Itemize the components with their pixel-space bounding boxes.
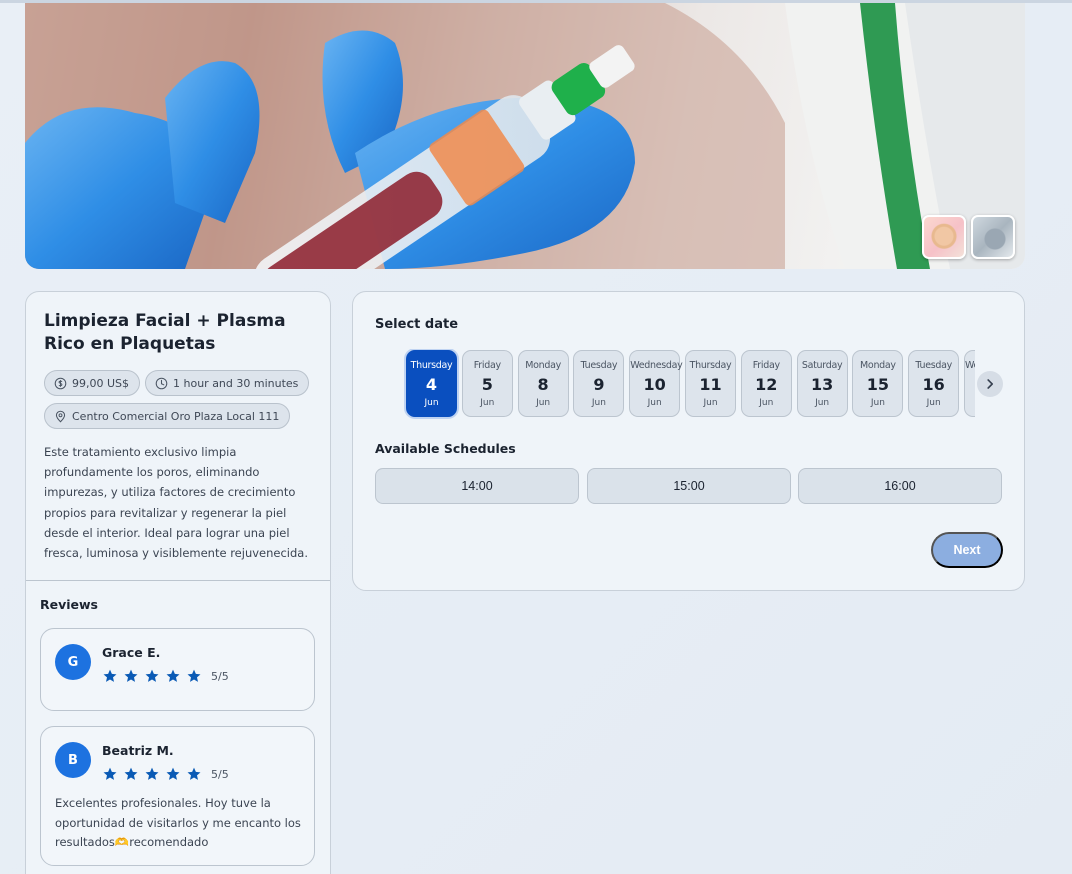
rating-text: 5/5 — [211, 669, 229, 683]
star-icon — [166, 669, 180, 682]
date-day: 16 — [922, 375, 945, 394]
available-schedules-heading: Available Schedules — [375, 441, 516, 456]
review-card: G Grace E. 5/5 — [40, 628, 315, 711]
service-title: Limpieza Facial + Plasma Rico en Plaquet… — [44, 311, 286, 354]
star-icon — [103, 767, 117, 780]
date-weekday: Saturday — [801, 360, 843, 371]
date-day: 15 — [866, 375, 890, 394]
chevron-right-icon — [987, 379, 993, 389]
service-description: Este tratamiento exclusivo limpia profun… — [44, 445, 308, 561]
date-month: Jun — [424, 398, 439, 408]
review-card: B Beatriz M. 5/5 Excelentes profesionale… — [40, 726, 315, 866]
date-weekday: Monday — [860, 360, 896, 371]
divider — [26, 580, 330, 581]
hero-illustration — [25, 3, 1025, 269]
clock-icon — [155, 377, 168, 389]
location-text: Centro Comercial Oro Plaza Local 111 — [72, 409, 280, 423]
date-month: Jun — [926, 398, 941, 408]
reviewer-name: Beatriz M. — [102, 743, 174, 758]
date-month: Jun — [965, 398, 975, 408]
date-day: 17 — [965, 375, 975, 394]
date-weekday: Wednesday — [630, 360, 683, 371]
map-pin-icon — [55, 410, 66, 423]
gallery-thumbnail[interactable] — [922, 215, 966, 259]
date-weekday: Thursday — [410, 360, 453, 371]
star-icon — [187, 669, 201, 682]
time-slot-button[interactable]: 16:00 — [798, 468, 1002, 504]
date-day: 4 — [425, 375, 438, 394]
duration-text: 1 hour and 30 minutes — [173, 376, 299, 390]
dollar-circle-icon — [54, 377, 67, 389]
time-slot-button[interactable]: 14:00 — [375, 468, 579, 504]
date-month: Jun — [536, 398, 551, 408]
date-month: Jun — [647, 398, 662, 408]
reviews-heading: Reviews — [40, 597, 99, 612]
star-icon — [145, 669, 159, 682]
star-icon — [124, 767, 138, 780]
date-weekday: Thursday — [689, 360, 732, 371]
star-icon — [166, 767, 180, 780]
star-icon — [124, 669, 138, 682]
date-weekday: Friday — [473, 360, 501, 371]
date-option[interactable]: Thursday 11 Jun — [685, 350, 736, 417]
avatar: G — [55, 644, 91, 680]
date-day: 8 — [537, 375, 549, 394]
star-icon — [187, 767, 201, 780]
booking-card: Select date Thursday 4 Jun Friday 5 Jun Monday… — [352, 291, 1025, 591]
date-carousel: Thursday 4 Jun Friday 5 Jun Monday 8 Jun Tuesday 9… — [404, 349, 975, 419]
date-weekday: Wednesday — [965, 360, 975, 371]
next-button[interactable]: Next — [931, 532, 1003, 568]
date-month: Jun — [870, 398, 885, 408]
select-date-heading: Select date — [375, 317, 459, 332]
date-day: 10 — [643, 375, 666, 394]
date-weekday: Tuesday — [580, 360, 618, 371]
date-weekday: Monday — [525, 360, 561, 371]
date-weekday: Tuesday — [915, 360, 952, 371]
date-option[interactable]: Thursday 4 Jun — [406, 350, 457, 417]
date-day: 5 — [481, 375, 493, 394]
star-icon — [103, 669, 117, 682]
price-text: 99,00 US$ — [72, 376, 130, 390]
date-day: 13 — [810, 375, 834, 394]
service-info-card: Limpieza Facial + Plasma Rico en Plaquet… — [25, 291, 331, 874]
gallery-thumbnails — [922, 215, 1015, 259]
date-option[interactable]: Wednesday 10 Jun — [629, 350, 683, 417]
gallery-thumbnail[interactable] — [971, 215, 1015, 259]
date-option[interactable]: Wednesday 17 Jun — [964, 350, 975, 417]
date-weekday: Friday — [752, 360, 780, 371]
price-chip: 99,00 US$ — [44, 370, 141, 396]
date-day: 12 — [755, 375, 778, 394]
date-option[interactable]: Friday 12 Jun — [740, 350, 792, 417]
star-icon — [145, 767, 159, 780]
star-rating: 5/5 — [102, 766, 229, 782]
next-dates-button[interactable] — [977, 371, 1003, 397]
service-hero-image — [25, 3, 1025, 269]
review-text: Excelentes profesionales. Hoy tuve la op… — [55, 796, 301, 849]
date-option[interactable]: Friday 5 Jun — [461, 350, 513, 417]
reviewer-name: Grace E. — [102, 645, 161, 660]
date-option[interactable]: Monday 8 Jun — [517, 350, 569, 417]
duration-chip: 1 hour and 30 minutes — [145, 370, 310, 396]
star-rating: 5/5 — [102, 668, 229, 684]
date-option[interactable]: Saturday 13 Jun — [796, 350, 848, 417]
date-day: 11 — [699, 375, 722, 394]
date-option[interactable]: Tuesday 16 Jun — [908, 350, 960, 417]
time-slot-button[interactable]: 15:00 — [587, 468, 791, 504]
date-month: Jun — [591, 398, 606, 408]
location-chip: Centro Comercial Oro Plaza Local 111 — [44, 403, 291, 429]
date-option[interactable]: Tuesday 9 Jun — [573, 350, 625, 417]
date-day: 9 — [593, 375, 605, 394]
date-option[interactable]: Monday 15 Jun — [852, 350, 904, 417]
avatar: B — [55, 742, 91, 778]
date-month: Jun — [703, 398, 718, 408]
date-month: Jun — [759, 398, 774, 408]
date-month: Jun — [815, 398, 830, 408]
rating-text: 5/5 — [211, 767, 229, 781]
date-month: Jun — [480, 398, 495, 408]
